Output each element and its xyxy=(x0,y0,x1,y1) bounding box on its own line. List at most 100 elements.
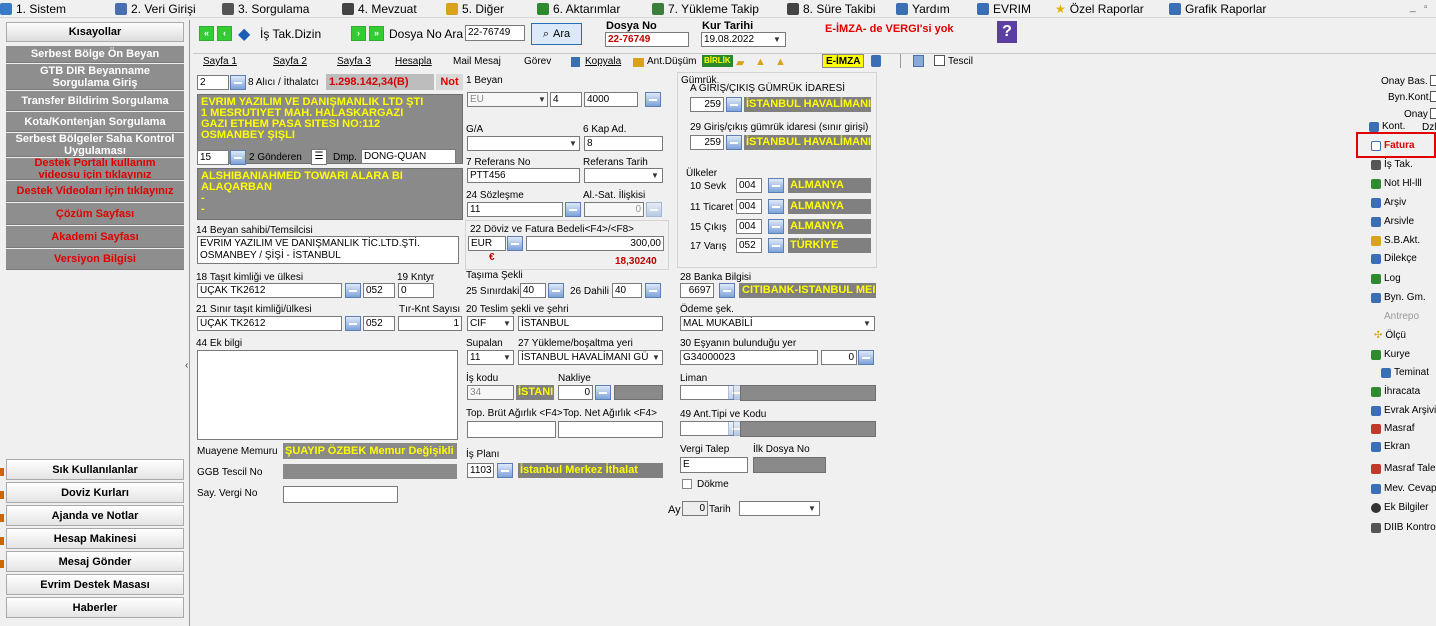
sinir-picker-button[interactable] xyxy=(345,316,361,331)
kont-button[interactable]: Kont. xyxy=(1369,121,1405,132)
sevk-picker-button[interactable] xyxy=(768,178,784,193)
arsivle-button[interactable]: Arsivle xyxy=(1371,216,1414,227)
chevron-down-icon[interactable]: ▼ xyxy=(536,93,548,106)
sidebar-item-akademi-sayfasi[interactable]: Akademi Sayfası xyxy=(6,226,184,248)
document-icon[interactable] xyxy=(913,55,924,67)
alsat-field[interactable]: 0 xyxy=(584,202,644,217)
giris29-code-field[interactable]: 259 xyxy=(690,135,724,150)
byn-gm-button[interactable]: Byn. Gm. xyxy=(1371,292,1426,303)
chevron-down-icon[interactable]: ▼ xyxy=(861,317,873,330)
teslim-city-field[interactable]: İSTANBUL xyxy=(518,316,663,331)
arsiv-button[interactable]: Arşiv xyxy=(1371,197,1406,208)
isplani-picker-button[interactable] xyxy=(497,463,513,478)
nav-next-button[interactable]: › xyxy=(351,26,366,41)
sidebar-btn-mesaj-gonder[interactable]: Mesaj Gönder xyxy=(6,551,184,572)
giris29-picker-button[interactable] xyxy=(726,135,742,150)
chevron-down-icon[interactable]: ▼ xyxy=(501,317,513,330)
sinirdaki-field[interactable]: 40 xyxy=(520,283,546,298)
beyan-picker-button[interactable] xyxy=(645,92,661,107)
sevk-code-field[interactable]: 004 xyxy=(736,178,762,193)
tab-sayfa1[interactable]: Sayfa 1 xyxy=(203,54,237,70)
giris-code-field[interactable]: 259 xyxy=(690,97,724,112)
ek-bilgiler-button[interactable]: Ek Bilgiler xyxy=(1371,502,1428,513)
folder-down-icon[interactable]: ▲ xyxy=(775,56,786,68)
dahili-picker-button[interactable] xyxy=(645,283,661,298)
alsat-picker-button[interactable] xyxy=(646,202,662,217)
liman-field[interactable] xyxy=(680,385,734,400)
alici-picker-button[interactable] xyxy=(230,75,246,90)
nakliye-picker-button[interactable] xyxy=(595,385,611,400)
menu-sistem[interactable]: 1. Sistem xyxy=(0,2,66,16)
tab-sayfa3[interactable]: Sayfa 3 xyxy=(337,54,371,70)
nav-prev-button[interactable]: ‹ xyxy=(217,26,232,41)
banka-code-field[interactable]: 6697 xyxy=(680,283,714,298)
is-tak-button[interactable]: İş Tak. xyxy=(1371,159,1413,170)
sidebar-item-destek-videolari[interactable]: Destek Videoları için tıklayınız xyxy=(6,181,184,202)
referans-field[interactable]: PTT456 xyxy=(467,168,580,183)
evrak-arsivi-button[interactable]: Evrak Arşivi xyxy=(1371,405,1436,416)
antrepo-button[interactable]: Antrepo xyxy=(1384,311,1419,322)
tab-gorev[interactable]: Görev xyxy=(524,54,551,70)
minimize-button[interactable]: _ xyxy=(1410,2,1416,13)
cikis-picker-button[interactable] xyxy=(768,219,784,234)
brut-field[interactable] xyxy=(467,421,556,438)
doviz-amount-field[interactable]: 300,00 xyxy=(526,236,664,251)
sidebar-btn-destek-masasi[interactable]: Evrim Destek Masası xyxy=(6,574,184,595)
banka-picker-button[interactable] xyxy=(719,283,735,298)
beyan-sahibi-box[interactable]: EVRIM YAZILIM VE DANIŞMANLIK TİC.LTD.ŞTİ… xyxy=(197,236,459,264)
birlik-badge[interactable]: BİRLİK xyxy=(702,55,733,67)
menu-yukleme-takip[interactable]: 7. Yükleme Takip xyxy=(652,2,759,16)
sidebar-item-transfer-bildirim[interactable]: Transfer Bildirim Sorgulama xyxy=(6,91,184,111)
diamond-icon[interactable]: ◆ xyxy=(238,24,250,44)
giris-picker-button[interactable] xyxy=(726,97,742,112)
varis-code-field[interactable]: 052 xyxy=(736,238,762,253)
dosya-no-search-input[interactable]: 22-76749 xyxy=(465,25,525,41)
sidebar-btn-hesap-makinesi[interactable]: Hesap Makinesi xyxy=(6,528,184,549)
fatura-button[interactable]: Fatura xyxy=(1371,140,1415,151)
mev-cevap-button[interactable]: Mev. Cevap xyxy=(1371,483,1436,494)
sidebar-btn-ajanda[interactable]: Ajanda ve Notlar xyxy=(6,505,184,526)
masraf-talep-button[interactable]: Masraf Talep xyxy=(1371,463,1436,474)
teminat-button[interactable]: Teminat xyxy=(1381,367,1429,378)
folder-icon[interactable]: ▰ xyxy=(736,56,744,69)
sidebar-btn-doviz-kurlari[interactable]: Doviz Kurları xyxy=(6,482,184,503)
menu-diger[interactable]: 5. Diğer xyxy=(446,2,504,16)
chevron-down-icon[interactable]: ▼ xyxy=(771,33,783,46)
ekran-button[interactable]: Ekran xyxy=(1371,441,1410,452)
dmp-field[interactable]: DONG-QUAN xyxy=(361,149,456,164)
tab-sayfa2[interactable]: Sayfa 2 xyxy=(273,54,307,70)
tab-kopyala[interactable]: Kopyala xyxy=(585,54,621,70)
chevron-down-icon[interactable]: ▼ xyxy=(501,351,513,364)
esya-num-field[interactable]: 0 xyxy=(821,350,857,365)
sozlesme-picker-button[interactable] xyxy=(565,202,581,217)
gonderen-address-box[interactable]: ALSHIBANIAHMED TOWARI ALARA BI ALAQARBAN… xyxy=(197,168,463,220)
menu-sorgulama[interactable]: 3. Sorgulama xyxy=(222,2,309,16)
tab-mail-mesaj[interactable]: Mail Mesaj xyxy=(453,54,501,70)
nav-last-button[interactable]: » xyxy=(369,26,384,41)
ihracata-button[interactable]: İhracata xyxy=(1371,386,1420,397)
dahili-field[interactable]: 40 xyxy=(612,283,642,298)
kurye-button[interactable]: Kurye xyxy=(1371,349,1410,360)
ticaret-picker-button[interactable] xyxy=(768,199,784,214)
ay-field[interactable]: 0 xyxy=(682,501,708,516)
sidebar-item-serbest-bolge-on-beyan[interactable]: Serbest Bölge Ön Beyan xyxy=(6,46,184,63)
esya-field[interactable]: G34000023 xyxy=(680,350,818,365)
menu-ozel-raporlar[interactable]: ★ Özel Raporlar xyxy=(1055,2,1144,16)
dosya-no-field[interactable]: 22-76749 xyxy=(605,32,689,47)
gonderen-num-field[interactable]: 15 xyxy=(197,150,229,165)
doviz-code-field[interactable]: EUR xyxy=(468,236,506,251)
iskodu-field[interactable]: 34 xyxy=(467,385,514,400)
ggb-field[interactable] xyxy=(283,464,457,479)
sinirdaki-picker-button[interactable] xyxy=(548,283,564,298)
sidebar-item-gtb-dir[interactable]: GTB DIR Beyanname Sorgulama Giriş xyxy=(6,64,184,90)
gonderen-picker-button[interactable] xyxy=(230,150,246,165)
restore-button[interactable]: ▫ xyxy=(1424,2,1428,13)
tasit-code-field[interactable]: 052 xyxy=(363,283,395,298)
onay-bas-checkbox[interactable] xyxy=(1430,75,1436,86)
menu-evrim[interactable]: EVRIM xyxy=(977,2,1031,16)
muayene-field[interactable]: ŞUAYIP ÖZBEK Memur Değişikli xyxy=(283,443,457,459)
sidebar-btn-sik-kullanilanlar[interactable]: Sık Kullanılanlar xyxy=(6,459,184,480)
chevron-down-icon[interactable]: ▼ xyxy=(806,502,818,515)
sidebar-item-saha-kontrol[interactable]: Serbest Bölgeler Saha Kontrol Uygulaması xyxy=(6,133,184,157)
tasit-field[interactable]: UÇAK TK2612 xyxy=(197,283,342,298)
